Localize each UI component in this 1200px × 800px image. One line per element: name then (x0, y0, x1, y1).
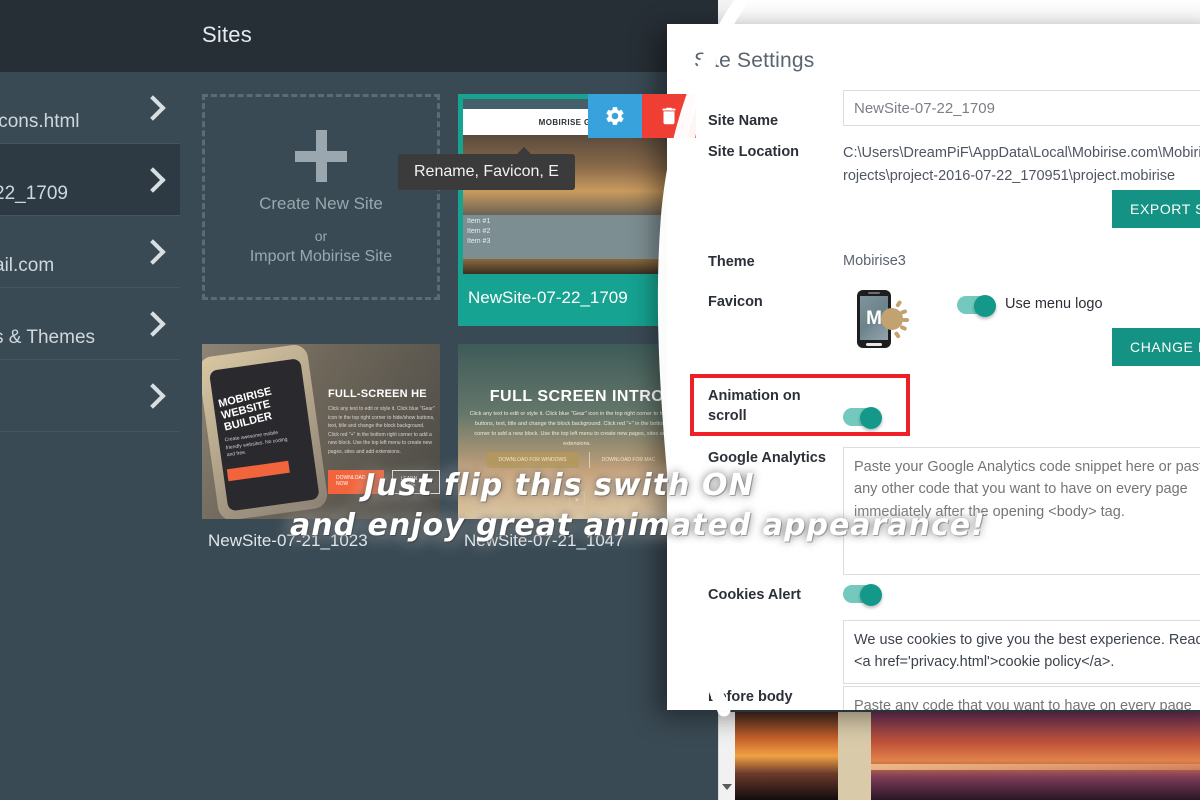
site-settings-gear-button[interactable] (588, 94, 642, 138)
thumb-phone-sub: Create awesome mobile friendly websites.… (224, 429, 288, 459)
site-location-value-line2: rojects\project-2016-07-22_170951\projec… (843, 168, 1176, 184)
sidebar-item-label: 22_1709 (0, 183, 68, 204)
favicon-phone-speaker (868, 292, 880, 294)
use-menu-logo-label: Use menu logo (1005, 296, 1103, 312)
theme-value: Mobirise3 (843, 253, 906, 269)
favicon-phone-home (866, 343, 882, 346)
dialog-title: Site Settings (694, 49, 815, 72)
site-card-name: NewSite-07-22_1709 (458, 274, 696, 326)
chevron-right-icon (140, 94, 166, 121)
animation-on-scroll-highlight-box (690, 374, 910, 436)
thumb-phone-button (226, 460, 290, 482)
thumb-heading: FULL SCREEN INTRO (489, 388, 665, 405)
thumb-paragraph: Click any text to edit or style it. Clic… (469, 411, 685, 447)
sidebar-item-1[interactable]: 22_1709 (0, 144, 180, 216)
gear-icon (606, 107, 624, 125)
thumb-menu: Item #1 Item #2 Item #3 (463, 215, 701, 259)
sidebar-item-0[interactable]: icons.html (0, 72, 180, 144)
thumb-heading: FULL-SCREEN HE (328, 388, 427, 400)
chevron-right-icon (140, 382, 166, 409)
chevron-down-icon (721, 783, 732, 790)
thumb-paragraph: Click any text to edit or style it. Clic… (328, 406, 435, 455)
sidebar: icons.html 22_1709 ail.com s & Themes (0, 72, 180, 800)
sun-ray (899, 324, 908, 331)
sun-ray (894, 330, 901, 339)
sidebar-item-label: s & Themes (0, 327, 96, 348)
cookies-alert-label: Cookies Alert (708, 587, 801, 603)
chevron-right-icon (140, 310, 166, 337)
site-name-input[interactable] (843, 90, 1200, 126)
trash-icon (662, 107, 676, 125)
create-new-site-tile[interactable]: Create New Site or Import Mobirise Site (202, 94, 440, 300)
sun-ray (899, 308, 908, 315)
thumb-copy: FULL-SCREEN HE Click any text to edit or… (328, 388, 436, 456)
before-body-label-line2: end code (708, 709, 772, 710)
thumb-buttons: DOWNLOAD FOR WINDOWS DOWNLOAD FOR MAC (458, 452, 696, 468)
favicon-label: Favicon (708, 294, 763, 310)
change-favicon-button[interactable]: CHANGE FAVICON (1112, 328, 1200, 366)
export-site-button[interactable]: EXPORT SITE (1112, 190, 1200, 228)
sun-ray (895, 299, 902, 308)
site-settings-dialog: Site Settings Site Name Site Location C:… (667, 24, 1200, 710)
site-name-label: Site Name (708, 113, 779, 129)
mobirise-favicon-icon: M (855, 290, 917, 352)
thumb-phone-screen: MOBIRISE WEBSITE BUILDER Create awesome … (208, 358, 320, 512)
page-title: Sites (202, 22, 252, 47)
thumb-button-windows: DOWNLOAD FOR WINDOWS (486, 452, 579, 468)
toggle-knob (974, 295, 996, 317)
sidebar-item-4[interactable] (0, 360, 180, 432)
scrollbar-down-arrow[interactable] (718, 778, 735, 795)
google-analytics-label: Google Analytics (708, 450, 826, 466)
toggle-knob (860, 584, 882, 606)
sidebar-item-3[interactable]: s & Themes (0, 288, 180, 360)
thumb-button-mac: DOWNLOAD FOR MAC (588, 452, 668, 468)
screenshot-root: Sites icons.html 22_1709 ail.com s & The… (0, 0, 1200, 800)
thumb-menu-item-2: Item #2 (467, 228, 491, 235)
sidebar-item-label: ail.com (0, 255, 55, 276)
favicon-sun-icon (881, 299, 909, 339)
background-sunset-thumbnail (735, 712, 840, 800)
chevron-right-icon (140, 166, 166, 193)
site-location-value-line1: C:\Users\DreamPiF\AppData\Local\Mobirise… (843, 145, 1200, 161)
before-body-label: Before body end code (708, 688, 828, 710)
window-strip-edge (718, 0, 735, 26)
cookies-alert-toggle[interactable] (843, 584, 885, 606)
site-location-label: Site Location (708, 144, 800, 160)
theme-label: Theme (708, 254, 755, 270)
create-new-site-label: Create New Site (259, 194, 383, 213)
cookies-alert-textarea[interactable] (843, 620, 1200, 684)
use-menu-logo-toggle[interactable] (957, 295, 999, 317)
before-body-label-line1: Before body (708, 689, 793, 705)
plus-icon (293, 128, 349, 184)
or-label: or (314, 228, 328, 244)
site-card-newsite-07-22-1709[interactable]: MOBIRISE GIVES YO Item #1 Item #2 Item #… (398, 94, 701, 326)
site-card-actions (588, 94, 696, 138)
sidebar-item-label: icons.html (0, 111, 80, 132)
site-delete-button[interactable] (642, 94, 696, 138)
annotation-line-2: and enjoy great animated appearance! (290, 508, 986, 543)
chevron-right-icon (140, 238, 166, 265)
thumb-menu-item-3: Item #3 (467, 238, 491, 245)
window-white-strip (735, 0, 1200, 26)
before-body-textarea[interactable] (843, 686, 1200, 710)
sun-ray (902, 318, 909, 322)
site-card-tooltip: Rename, Favicon, E (398, 147, 575, 190)
thumb-phone-image: MOBIRISE WEBSITE BUILDER Create awesome … (202, 344, 329, 519)
annotation-line-1: Just flip this swith ON (364, 468, 755, 503)
thumb-footer-image (463, 259, 701, 274)
sidebar-item-2[interactable]: ail.com (0, 216, 180, 288)
background-sunset-panel (838, 712, 871, 800)
thumb-phone-words: MOBIRISE WEBSITE BUILDER (217, 385, 274, 434)
import-mobirise-site-label: Import Mobirise Site (249, 248, 393, 265)
thumb-menu-item-1: Item #1 (467, 218, 491, 225)
